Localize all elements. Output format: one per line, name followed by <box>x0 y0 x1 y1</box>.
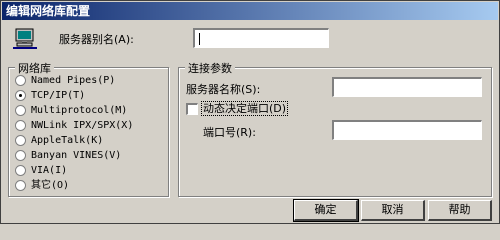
ok-button-label: 确定 <box>314 203 337 216</box>
radio-button[interactable] <box>15 74 26 86</box>
server-name-input[interactable] <box>332 77 482 97</box>
help-button-label: 帮助 <box>448 203 471 216</box>
radio-button[interactable] <box>15 149 26 161</box>
radio-button[interactable] <box>15 164 26 176</box>
connection-parameters-group: 连接参数 服务器名称(S): 动态决定端口(D) 端口号(R): <box>178 60 492 197</box>
title-bar: 编辑网络库配置 <box>2 2 498 20</box>
radio-appletalk[interactable]: AppleTalk(K) <box>15 133 103 149</box>
port-input[interactable] <box>332 120 482 140</box>
edit-network-library-dialog: 编辑网络库配置 服务器别名(A): 网络库 Named Pipes(P) TCP… <box>0 0 500 224</box>
radio-button[interactable] <box>15 179 26 191</box>
cancel-button-label: 取消 <box>381 203 404 216</box>
text-caret <box>199 33 200 45</box>
ok-button[interactable]: 确定 <box>293 199 359 222</box>
radio-other[interactable]: 其它(O) <box>15 178 69 194</box>
radio-multiprotocol[interactable]: Multiprotocol(M) <box>15 103 127 119</box>
cancel-button[interactable]: 取消 <box>361 200 425 221</box>
radio-named-pipes[interactable]: Named Pipes(P) <box>15 73 115 89</box>
radio-button[interactable] <box>15 104 26 116</box>
radio-label: Multiprotocol(M) <box>31 105 128 116</box>
radio-label: Named Pipes(P) <box>31 75 116 86</box>
radio-label: Banyan VINES(V) <box>31 150 122 161</box>
connection-parameters-title: 连接参数 <box>185 60 235 76</box>
server-alias-input[interactable] <box>193 28 329 48</box>
radio-nwlink[interactable]: NWLink IPX/SPX(X) <box>15 118 133 134</box>
network-library-group: 网络库 Named Pipes(P) TCP/IP(T) Multiprotoc… <box>8 60 169 197</box>
server-name-label: 服务器名称(S): <box>186 83 261 96</box>
dynamic-port-checkbox-row[interactable]: 动态决定端口(D) <box>186 101 289 117</box>
radio-button[interactable] <box>15 119 26 131</box>
radio-label: VIA(I) <box>31 165 68 176</box>
radio-tcp-ip[interactable]: TCP/IP(T) <box>15 88 85 104</box>
dynamic-port-label: 动态决定端口(D) <box>200 101 289 116</box>
radio-button[interactable] <box>15 134 26 146</box>
radio-banyan-vines[interactable]: Banyan VINES(V) <box>15 148 121 164</box>
radio-label: TCP/IP(T) <box>31 90 86 101</box>
radio-button[interactable] <box>15 89 26 101</box>
dynamic-port-checkbox[interactable] <box>186 103 198 115</box>
radio-label: NWLink IPX/SPX(X) <box>31 120 134 131</box>
port-label: 端口号(R): <box>203 126 256 139</box>
radio-via[interactable]: VIA(I) <box>15 163 67 179</box>
radio-label: 其它(O) <box>31 180 70 191</box>
window-title: 编辑网络库配置 <box>6 4 91 18</box>
help-button[interactable]: 帮助 <box>428 200 492 221</box>
radio-label: AppleTalk(K) <box>31 135 104 146</box>
computer-network-icon <box>13 28 37 50</box>
server-alias-label: 服务器别名(A): <box>59 33 134 46</box>
